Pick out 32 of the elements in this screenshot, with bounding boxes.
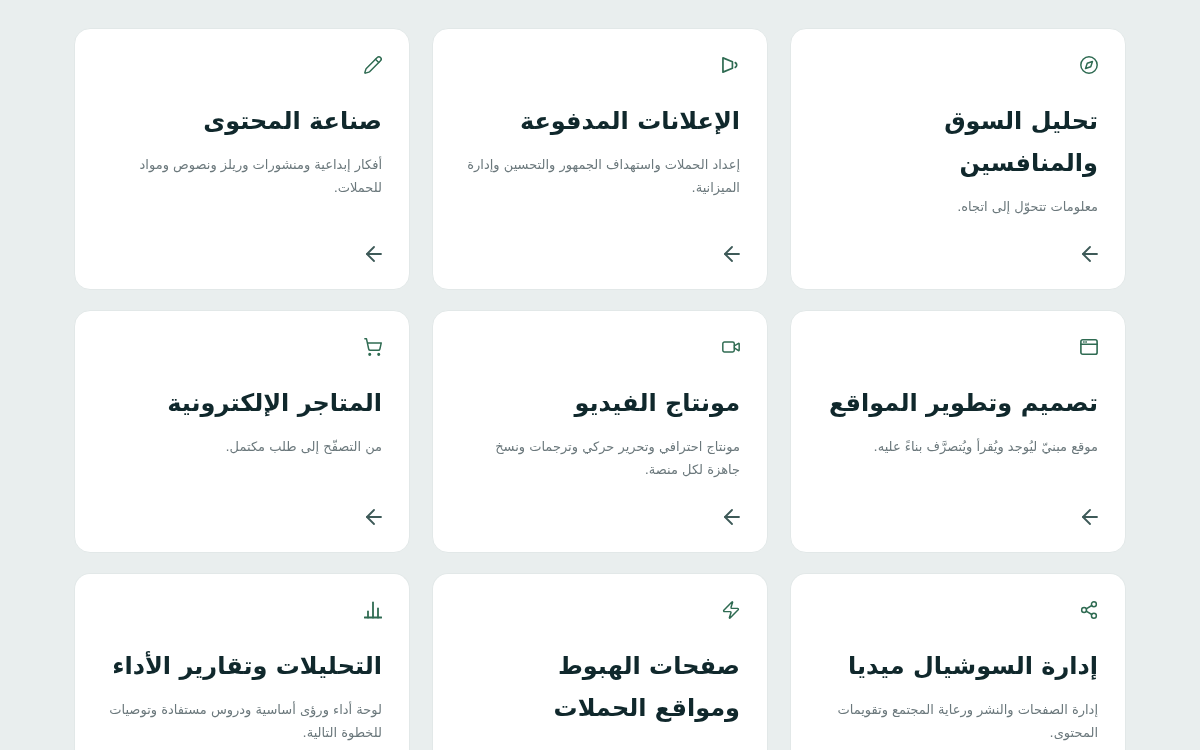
card-title: الإعلانات المدفوعة [518,106,740,137]
arrow-left-icon[interactable] [1082,246,1098,262]
shopping-cart-icon [364,338,382,356]
pencil-icon [364,56,382,74]
card-description: لوحة أداء ورؤى أساسية ودروس مستفادة وتوصيات للخطوة التالية. [108,700,382,743]
card-title: تصميم وتطوير المواقع [827,388,1098,419]
arrow-left-icon[interactable] [1082,509,1098,525]
video-camera-icon [722,338,740,356]
card-description: إعداد الحملات واستهداف الجمهور والتحسين وإدارة الميزانية. [466,156,740,198]
card-description: أفكار إبداعية ومنشورات وريلز ونصوص ومواد للحملات. [138,155,382,197]
card-title: إدارة السوشيال ميديا [847,651,1098,682]
card-description: موقع مبنيّ ليُوجد ويُقرأ ويُتصرَّف بناءً عليه. [872,437,1098,457]
share-icon [1080,601,1098,619]
arrow-left-icon[interactable] [724,246,740,262]
bar-chart-icon [364,601,382,619]
card-title: صفحات الهبوط ومواقع الحملات [552,651,740,724]
card-description: إدارة الصفحات والنشر ورعاية المجتمع وتقويمات المحتوى. [836,701,1098,743]
card-description: مونتاج احترافي وتحرير حركي وترجمات ونسخ جاهزة لكل منصة. [494,438,740,479]
arrow-left-icon[interactable] [724,509,740,525]
card-title: تحليل السوق والمنافسين [943,106,1098,179]
card-description: من التصفّح إلى طلب مكتمل. [224,438,382,457]
megaphone-icon [722,56,740,74]
compass-icon [1080,56,1098,74]
card-title: مونتاج الفيديو [572,388,740,419]
card-title: المتاجر الإلكترونية [166,388,382,419]
card-title: التحليلات وتقارير الأداء [111,650,382,682]
card-title: صناعة المحتوى [202,106,382,137]
lightning-icon [722,601,740,619]
arrow-left-icon[interactable] [366,246,382,262]
arrow-left-icon[interactable] [366,509,382,525]
browser-window-icon [1080,338,1098,356]
card-description: معلومات تتحوّل إلى اتجاه. [956,198,1098,217]
